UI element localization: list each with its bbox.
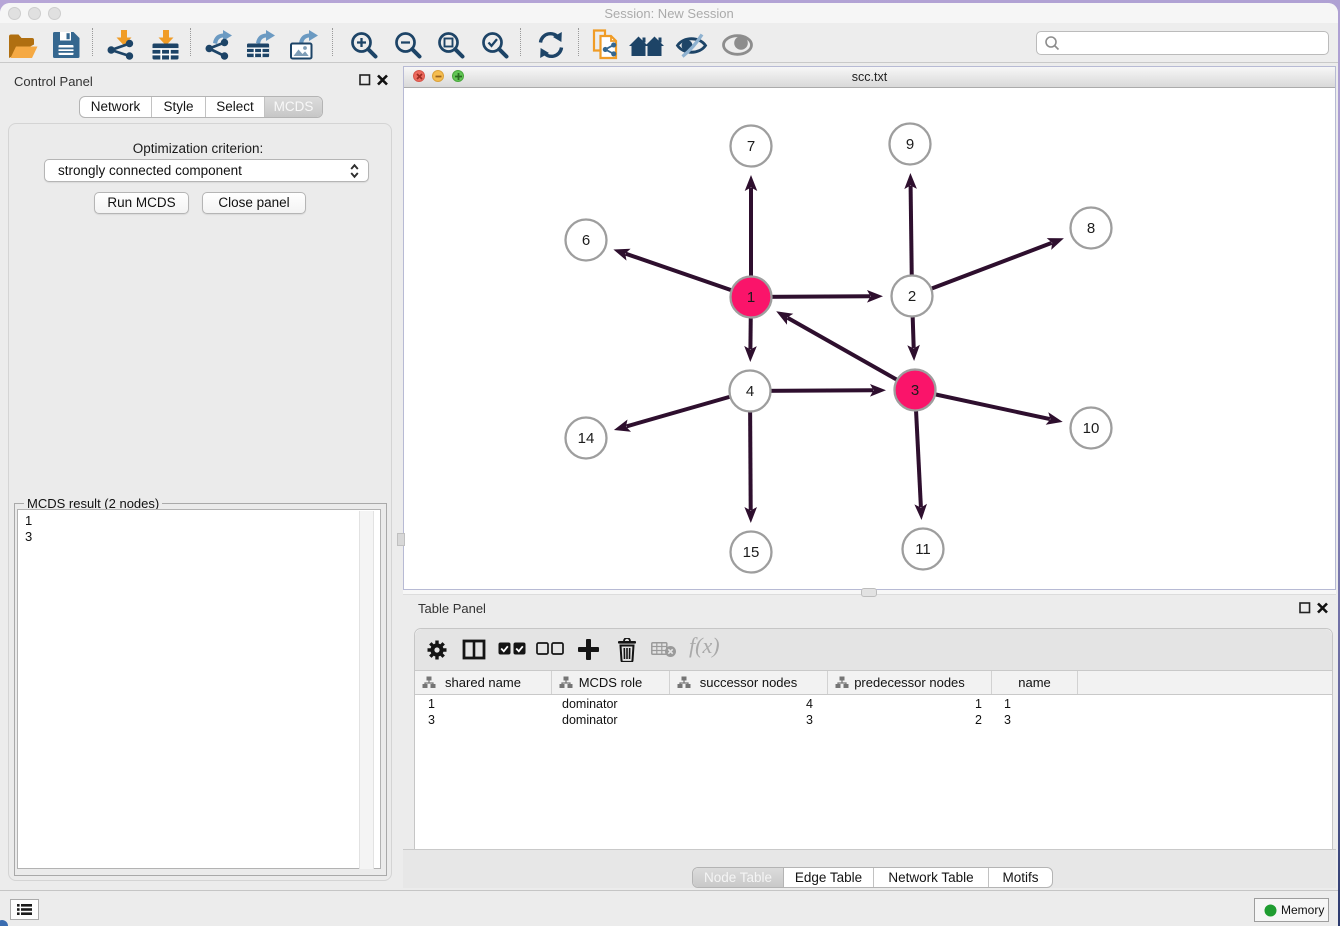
svg-text:11: 11 xyxy=(915,541,931,558)
svg-text:4: 4 xyxy=(746,383,754,400)
svg-text:6: 6 xyxy=(582,232,590,249)
svg-text:3: 3 xyxy=(911,382,919,399)
svg-text:8: 8 xyxy=(1087,220,1095,237)
svg-text:14: 14 xyxy=(578,430,595,447)
svg-text:1: 1 xyxy=(747,289,755,306)
svg-text:15: 15 xyxy=(743,544,760,561)
svg-text:9: 9 xyxy=(906,136,914,153)
svg-text:7: 7 xyxy=(747,138,755,155)
svg-text:10: 10 xyxy=(1083,420,1100,437)
svg-text:2: 2 xyxy=(908,288,916,305)
